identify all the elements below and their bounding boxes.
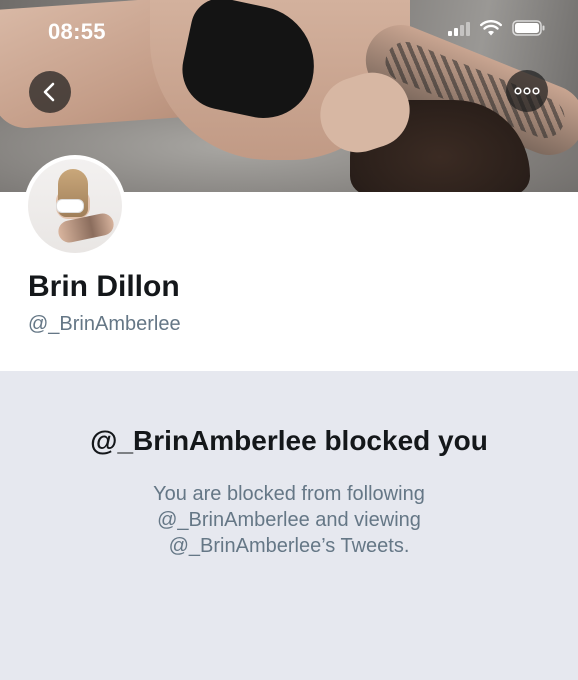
status-icons bbox=[448, 20, 546, 36]
profile-display-name: Brin Dillon bbox=[28, 270, 180, 303]
signal-icon bbox=[448, 20, 470, 36]
profile-page: 08:55 Brin Dillon @_BrinAmberlee @_BrinA… bbox=[0, 0, 578, 680]
blocked-description: You are blocked from following @_BrinAmb… bbox=[0, 481, 578, 559]
more-horizontal-icon bbox=[514, 87, 540, 95]
blocked-description-line: @_BrinAmberlee and viewing bbox=[157, 509, 421, 531]
status-time: 08:55 bbox=[48, 19, 106, 44]
blocked-description-line: You are blocked from following bbox=[153, 483, 425, 505]
blocked-title: @_BrinAmberlee blocked you bbox=[90, 425, 488, 456]
battery-icon bbox=[512, 20, 545, 36]
blocked-description-line: @_BrinAmberlee’s Tweets. bbox=[168, 535, 410, 557]
profile-handle: @_BrinAmberlee bbox=[28, 313, 181, 335]
profile-avatar[interactable] bbox=[24, 155, 126, 257]
more-options-button[interactable] bbox=[506, 70, 548, 112]
chevron-left-icon bbox=[43, 82, 55, 102]
wifi-icon bbox=[480, 20, 502, 36]
back-button[interactable] bbox=[29, 71, 71, 113]
avatar-image bbox=[28, 159, 122, 253]
